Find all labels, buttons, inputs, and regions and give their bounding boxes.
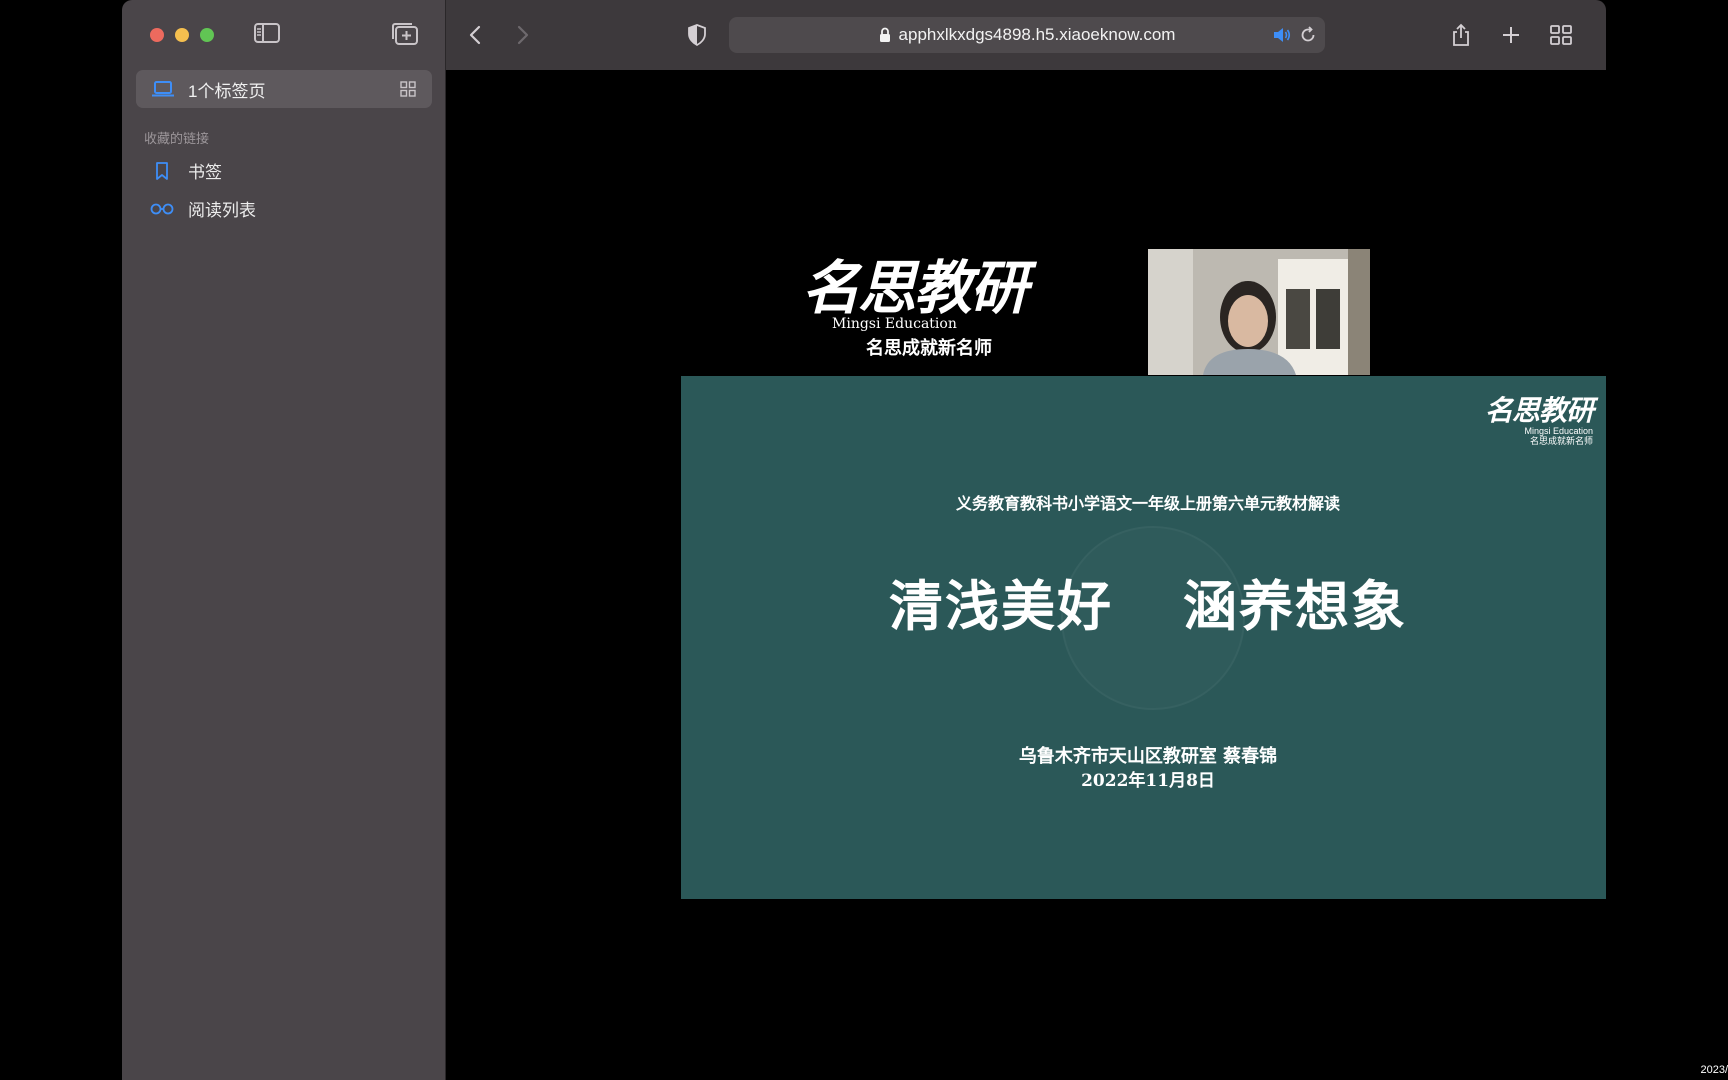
sidebar-item-label: 阅读列表 xyxy=(188,201,256,220)
browser-window: 1个标签页 收藏的链接 书签 阅读列表 apphxlkxdgs4898.h5.x… xyxy=(122,0,1606,1080)
tab-overview-icon[interactable] xyxy=(400,81,416,97)
tab-group-label: 1个标签页 xyxy=(188,81,266,101)
close-window-button[interactable] xyxy=(150,28,164,42)
reload-icon[interactable] xyxy=(1299,26,1317,44)
mingsi-brand-logo: 名思教研 Mingsi Education 名思成就新名师 xyxy=(802,258,1032,368)
sidebar-item-bookmarks[interactable]: 书签 xyxy=(150,158,222,183)
presenter-video[interactable] xyxy=(1148,249,1370,375)
address-bar[interactable]: apphxlkxdgs4898.h5.xiaoeknow.com xyxy=(729,17,1325,53)
new-tab-icon[interactable] xyxy=(1496,20,1526,50)
window-controls xyxy=(150,28,214,42)
favorites-section-title: 收藏的链接 xyxy=(144,131,210,146)
slide-subtitle: 义务教育教科书小学语文一年级上册第六单元教材解读 xyxy=(955,494,1340,513)
brand-english: Mingsi Education xyxy=(832,316,957,332)
reading-list-icon xyxy=(150,199,174,219)
slide-author: 乌鲁木齐市天山区教研室 蔡春锦 xyxy=(1018,746,1278,767)
back-button[interactable] xyxy=(460,20,490,50)
sidebar-item-label: 书签 xyxy=(188,163,222,182)
slide-logo-english: Mingsi Education xyxy=(1524,426,1593,436)
presentation-slide: 名思教研 Mingsi Education 名思成就新名师 义务教育教科书小学语… xyxy=(681,376,1606,899)
slide-title-part1: 清浅美好 xyxy=(889,574,1113,638)
tab-overview-button-icon[interactable] xyxy=(1546,20,1576,50)
privacy-shield-icon[interactable] xyxy=(682,20,712,50)
laptop-icon xyxy=(152,81,174,97)
slide-title: 清浅美好 涵养想象 xyxy=(681,562,1606,641)
browser-toolbar: apphxlkxdgs4898.h5.xiaoeknow.com xyxy=(446,0,1606,70)
minimize-window-button[interactable] xyxy=(175,28,189,42)
web-content: 名思教研 Mingsi Education 名思成就新名师 名思教研 Mings… xyxy=(446,70,1606,1080)
lock-icon xyxy=(879,27,891,43)
sidebar-toggle-icon[interactable] xyxy=(253,22,281,44)
zoom-window-button[interactable] xyxy=(200,28,214,42)
speaker-icon[interactable] xyxy=(1273,27,1291,43)
brand-calligraphy: 名思教研 xyxy=(802,254,1028,322)
url-text: apphxlkxdgs4898.h5.xiaoeknow.com xyxy=(898,25,1176,44)
slide-title-part2: 涵养想象 xyxy=(1183,574,1407,638)
tab-group-current[interactable]: 1个标签页 xyxy=(136,70,432,108)
slide-logo-slogan: 名思成就新名师 xyxy=(1529,436,1593,446)
share-icon[interactable] xyxy=(1446,20,1476,50)
slide-date: 2022年11月8日 xyxy=(1081,771,1215,791)
sidebar-item-reading-list[interactable]: 阅读列表 xyxy=(150,196,256,221)
slide-logo-calligraphy: 名思教研 xyxy=(1484,394,1594,427)
forward-button[interactable] xyxy=(508,20,538,50)
sidebar: 1个标签页 收藏的链接 书签 阅读列表 xyxy=(122,0,446,1080)
new-tab-group-icon[interactable] xyxy=(390,21,420,47)
bookmark-icon xyxy=(150,161,174,181)
corner-timestamp: 2023/ xyxy=(1700,1064,1728,1076)
brand-slogan: 名思成就新名师 xyxy=(866,338,992,359)
slide-logo: 名思教研 Mingsi Education 名思成就新名师 xyxy=(1484,394,1594,447)
presenter-video-frame xyxy=(1148,249,1370,375)
